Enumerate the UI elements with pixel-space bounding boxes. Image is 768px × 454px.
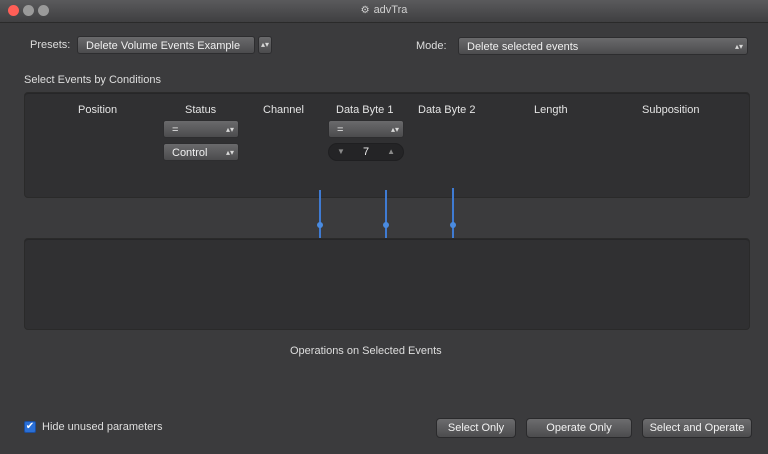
operations-heading: Operations on Selected Events <box>290 345 442 357</box>
column-header-position: Position <box>78 104 118 116</box>
column-header-data-byte-2: Data Byte 2 <box>418 104 476 116</box>
updown-arrows-icon: ▴▾ <box>260 40 270 49</box>
updown-arrows-icon: ▴▾ <box>225 148 234 157</box>
connector-line <box>385 190 387 242</box>
column-header-length: Length <box>534 104 568 116</box>
presets-arrows-button[interactable]: ▴▾ <box>258 36 272 54</box>
transform-icon: ⚙ <box>360 5 370 16</box>
title-bar: ⚙ advTra <box>0 0 768 23</box>
column-header-status: Status <box>185 104 217 116</box>
window-title: ⚙ advTra <box>0 4 768 16</box>
connector-line <box>452 188 454 242</box>
presets-popup[interactable]: Delete Volume Events Example <box>77 36 255 54</box>
data-byte-1-value-stepper[interactable]: ▼ 7 ▲ <box>328 143 404 161</box>
connector-line <box>319 190 321 242</box>
mode-popup[interactable]: Delete selected events ▴▾ <box>458 37 748 55</box>
connector-handle[interactable] <box>450 222 456 228</box>
updown-arrows-icon: ▴▾ <box>390 125 399 134</box>
column-header-subposition: Subposition <box>642 104 700 116</box>
hide-unused-label: Hide unused parameters <box>42 421 163 433</box>
updown-arrows-icon: ▴▾ <box>225 125 234 134</box>
status-condition-popup[interactable]: = ▴▾ <box>163 120 239 138</box>
hide-unused-checkbox[interactable]: ✔ <box>24 421 36 433</box>
select-and-operate-button[interactable]: Select and Operate <box>642 418 752 438</box>
presets-value: Delete Volume Events Example <box>86 40 241 52</box>
data-byte-1-condition-value: = <box>337 124 344 136</box>
increment-arrow-icon[interactable]: ▲ <box>387 144 395 160</box>
select-only-button[interactable]: Select Only <box>436 418 516 438</box>
mode-value: Delete selected events <box>467 41 579 53</box>
connector-handle[interactable] <box>383 222 389 228</box>
presets-label: Presets: <box>30 39 71 51</box>
status-value: Control <box>172 147 208 159</box>
status-value-popup[interactable]: Control ▴▾ <box>163 143 239 161</box>
decrement-arrow-icon[interactable]: ▼ <box>337 144 345 160</box>
select-events-heading: Select Events by Conditions <box>24 74 161 86</box>
window-title-text: advTra <box>373 4 408 16</box>
column-header-data-byte-1: Data Byte 1 <box>336 104 394 116</box>
status-condition-value: = <box>172 124 179 136</box>
checkmark-icon: ✔ <box>25 421 35 432</box>
data-byte-1-condition-popup[interactable]: = ▴▾ <box>328 120 404 138</box>
operations-panel <box>24 238 750 330</box>
connector-handle[interactable] <box>317 222 323 228</box>
column-header-channel: Channel <box>263 104 304 116</box>
operate-only-button[interactable]: Operate Only <box>526 418 632 438</box>
data-byte-1-value[interactable]: 7 <box>363 144 369 160</box>
mode-label: Mode: <box>416 40 447 52</box>
updown-arrows-icon: ▴▾ <box>734 42 743 51</box>
